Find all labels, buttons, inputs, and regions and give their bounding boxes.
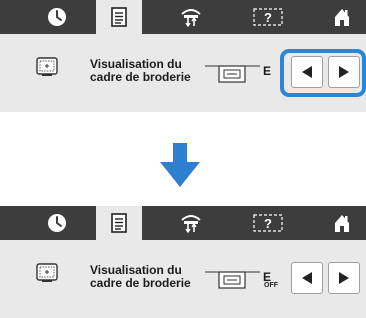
clock-icon — [48, 214, 66, 232]
triangle-right-icon — [339, 272, 349, 284]
setting-row: Visualisation du cadre de broderie E OFF — [0, 240, 366, 318]
tab-help[interactable]: ? — [248, 206, 288, 240]
arrow-down-icon — [160, 143, 200, 187]
embroidery-frame-icon — [36, 57, 58, 76]
help-icon: ? — [253, 214, 283, 232]
triangle-left-icon — [302, 272, 312, 284]
thread-spool-icon — [181, 9, 201, 27]
next-button[interactable] — [328, 56, 360, 88]
home-icon — [335, 9, 349, 26]
tab-clock[interactable] — [36, 0, 78, 34]
tab-settings-page[interactable] — [96, 0, 142, 34]
previous-button[interactable] — [291, 56, 323, 88]
tab-home[interactable] — [322, 206, 362, 240]
thread-spool-icon — [181, 215, 201, 233]
clock-icon — [48, 8, 66, 26]
tab-settings-page[interactable] — [96, 206, 142, 240]
setting-row: Visualisation du cadre de broderie E — [0, 34, 366, 112]
home-icon — [335, 215, 349, 232]
tab-help[interactable]: ? — [248, 0, 288, 34]
help-icon: ? — [253, 8, 283, 26]
tab-bar: ? — [0, 0, 366, 34]
triangle-left-icon — [302, 66, 312, 78]
next-button[interactable] — [328, 262, 360, 294]
previous-button[interactable] — [291, 262, 323, 294]
setting-label: Visualisation du cadre de broderie — [90, 57, 191, 84]
tab-home[interactable] — [322, 0, 362, 34]
tab-bar: ? — [0, 206, 366, 240]
svg-text:?: ? — [264, 216, 272, 231]
frame-state-value: E — [263, 64, 272, 78]
document-icon — [111, 213, 127, 233]
tab-thread[interactable] — [170, 206, 212, 240]
tab-thread[interactable] — [170, 0, 212, 34]
embroidery-frame-icon — [36, 263, 58, 282]
setting-label: Visualisation du cadre de broderie — [90, 263, 191, 290]
document-icon — [111, 7, 127, 27]
triangle-right-icon — [339, 66, 349, 78]
frame-display-gauge-icon — [205, 65, 260, 83]
svg-text:?: ? — [264, 10, 272, 25]
frame-display-gauge-icon — [205, 271, 260, 289]
frame-state-off: OFF — [264, 282, 278, 289]
tab-clock[interactable] — [36, 206, 78, 240]
